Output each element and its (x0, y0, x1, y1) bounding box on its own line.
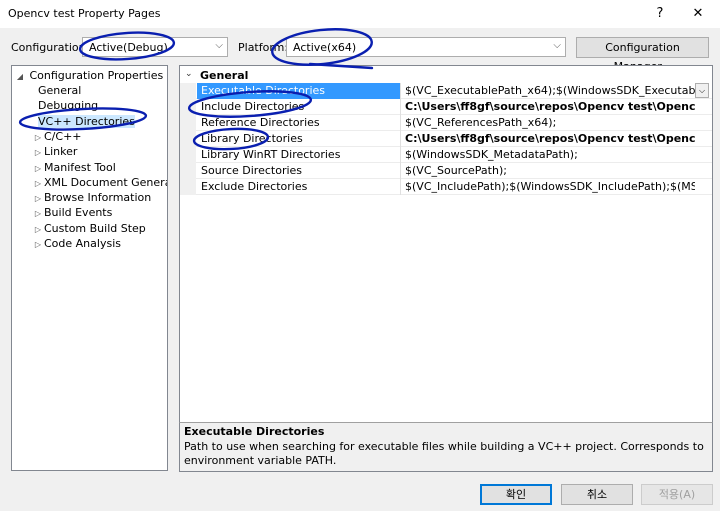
tree-item-label: General (38, 84, 82, 97)
property-name: Executable Directories (201, 84, 326, 97)
property-row[interactable]: Exclude Directories $(VC_IncludePath);$(W… (180, 179, 712, 195)
configuration-dropdown[interactable]: Active(Debug) ⌵ (82, 37, 228, 57)
tree-item-label: Linker (44, 145, 78, 159)
column-divider (400, 83, 401, 99)
row-gutter (180, 83, 196, 99)
tree-item[interactable]: ▷XML Document Generator (32, 175, 167, 191)
property-pages-dialog: Configuration: Active(Debug) ⌵ Platform:… (0, 28, 720, 511)
tree-item[interactable]: ▷ Custom Build Step (32, 221, 146, 236)
category-tree[interactable]: ◢ Configuration Properties General Debugg… (11, 65, 168, 471)
property-row[interactable]: Include Directories C:\Users\ff8gf\source… (180, 99, 712, 115)
category-label: General (200, 69, 249, 82)
property-value[interactable]: $(VC_ExecutablePath_x64);$(WindowsSDK_Ex… (405, 84, 695, 97)
property-value[interactable]: $(VC_SourcePath); (405, 164, 695, 177)
column-divider (400, 131, 401, 147)
tree-item[interactable]: General (38, 83, 81, 98)
tree-item-label: Custom Build Step (44, 221, 146, 235)
tree-item[interactable]: Debugging (38, 98, 98, 113)
cancel-button[interactable]: 취소 (561, 484, 633, 505)
description-panel: Executable Directories Path to use when … (179, 422, 713, 472)
window-title: Opencv test Property Pages (8, 7, 161, 20)
expanded-arrow-icon: ◢ (16, 72, 24, 81)
expand-arrow-icon[interactable]: ▷ (32, 176, 44, 191)
description-text: Path to use when searching for executabl… (184, 440, 704, 467)
platform-dropdown[interactable]: Active(x64) ⌵ (286, 37, 566, 57)
tree-item[interactable]: VC++ Directories (38, 114, 135, 129)
configuration-label: Configuration: (11, 41, 90, 54)
property-name: Library WinRT Directories (201, 148, 341, 161)
description-title: Executable Directories (184, 425, 325, 438)
row-gutter (180, 179, 196, 195)
expand-arrow-icon[interactable]: ▷ (32, 222, 44, 237)
close-icon[interactable]: ✕ (684, 3, 712, 25)
title-bar: Opencv test Property Pages ? ✕ (0, 0, 720, 28)
property-row[interactable]: Source Directories $(VC_SourcePath); (180, 163, 712, 179)
expand-arrow-icon[interactable]: ▷ (32, 161, 44, 176)
expand-arrow-icon[interactable]: ▷ (32, 191, 44, 206)
configuration-value: Active(Debug) (89, 41, 168, 54)
tree-item-label: VC++ Directories (38, 114, 135, 128)
property-name: Source Directories (201, 164, 303, 177)
chevron-down-icon: ⌵ (553, 40, 561, 51)
row-gutter (180, 99, 196, 115)
tree-item-label: C/C++ (44, 129, 82, 143)
platform-label: Platform: (238, 41, 289, 54)
property-row[interactable]: Executable Directories $(VC_ExecutablePat… (180, 83, 712, 99)
expand-arrow-icon[interactable]: ▷ (32, 237, 44, 252)
property-name: Reference Directories (201, 116, 320, 129)
row-gutter (180, 131, 196, 147)
tree-item-label: XML Document Generator (44, 175, 167, 189)
property-name: Include Directories (201, 100, 305, 113)
expand-arrow-icon[interactable]: ▷ (32, 145, 44, 160)
property-value[interactable]: C:\Users\ff8gf\source\repos\Opencv test\… (405, 100, 695, 113)
expand-arrow-icon[interactable]: ▷ (32, 130, 44, 145)
collapse-chevron-icon[interactable]: ⌄ (185, 69, 193, 79)
ok-button[interactable]: 확인 (480, 484, 552, 505)
column-divider (400, 163, 401, 179)
property-row[interactable]: Library WinRT Directories $(WindowsSDK_Me… (180, 147, 712, 163)
tree-item[interactable]: ▷ Browse Information (32, 190, 151, 205)
tree-item[interactable]: ▷ Linker (32, 144, 78, 160)
configuration-manager-button[interactable]: Configuration Manager... (576, 37, 709, 73)
property-name: Exclude Directories (201, 180, 308, 193)
tree-item[interactable]: ▷ Manifest Tool (32, 160, 116, 175)
expand-arrow-icon[interactable]: ▷ (32, 206, 44, 221)
row-gutter (180, 115, 196, 131)
property-row[interactable]: Library Directories C:\Users\ff8gf\source… (180, 131, 712, 147)
tree-item-label: Manifest Tool (44, 160, 116, 174)
column-divider (400, 115, 401, 131)
tree-root[interactable]: ◢ Configuration Properties (14, 68, 163, 83)
column-divider (400, 99, 401, 115)
property-name: Library Directories (201, 132, 303, 145)
help-button[interactable]: ? (646, 3, 674, 25)
property-value[interactable]: $(VC_ReferencesPath_x64); (405, 116, 695, 129)
tree-item-label: Code Analysis (44, 237, 121, 250)
column-divider (400, 179, 401, 195)
property-grid[interactable]: ⌄ General Executable Directories $(VC_Exe… (179, 65, 713, 446)
row-gutter (180, 147, 196, 163)
property-value[interactable]: $(VC_IncludePath);$(WindowsSDK_IncludePa… (405, 180, 695, 193)
category-general[interactable]: ⌄ General (180, 68, 712, 83)
property-value[interactable]: C:\Users\ff8gf\source\repos\Opencv test\… (405, 132, 695, 145)
tree-item[interactable]: ▷ Code Analysis (32, 236, 121, 251)
tree-item-label: Build Events (44, 206, 113, 220)
chevron-down-icon: ⌵ (215, 40, 223, 51)
apply-button[interactable]: 적용(A) (641, 484, 713, 505)
platform-value: Active(x64) (293, 41, 357, 54)
property-value[interactable]: $(WindowsSDK_MetadataPath); (405, 148, 695, 161)
column-divider (400, 147, 401, 163)
tree-item[interactable]: ▷ Build Events (32, 205, 112, 220)
tree-item[interactable]: ▷ C/C++ (32, 129, 82, 144)
row-gutter (180, 163, 196, 179)
property-row[interactable]: Reference Directories $(VC_ReferencesPath… (180, 115, 712, 131)
tree-item-label: Browse Information (44, 191, 152, 205)
value-dropdown-icon[interactable]: ⌵ (695, 83, 709, 98)
tree-item-label: Debugging (38, 99, 99, 113)
